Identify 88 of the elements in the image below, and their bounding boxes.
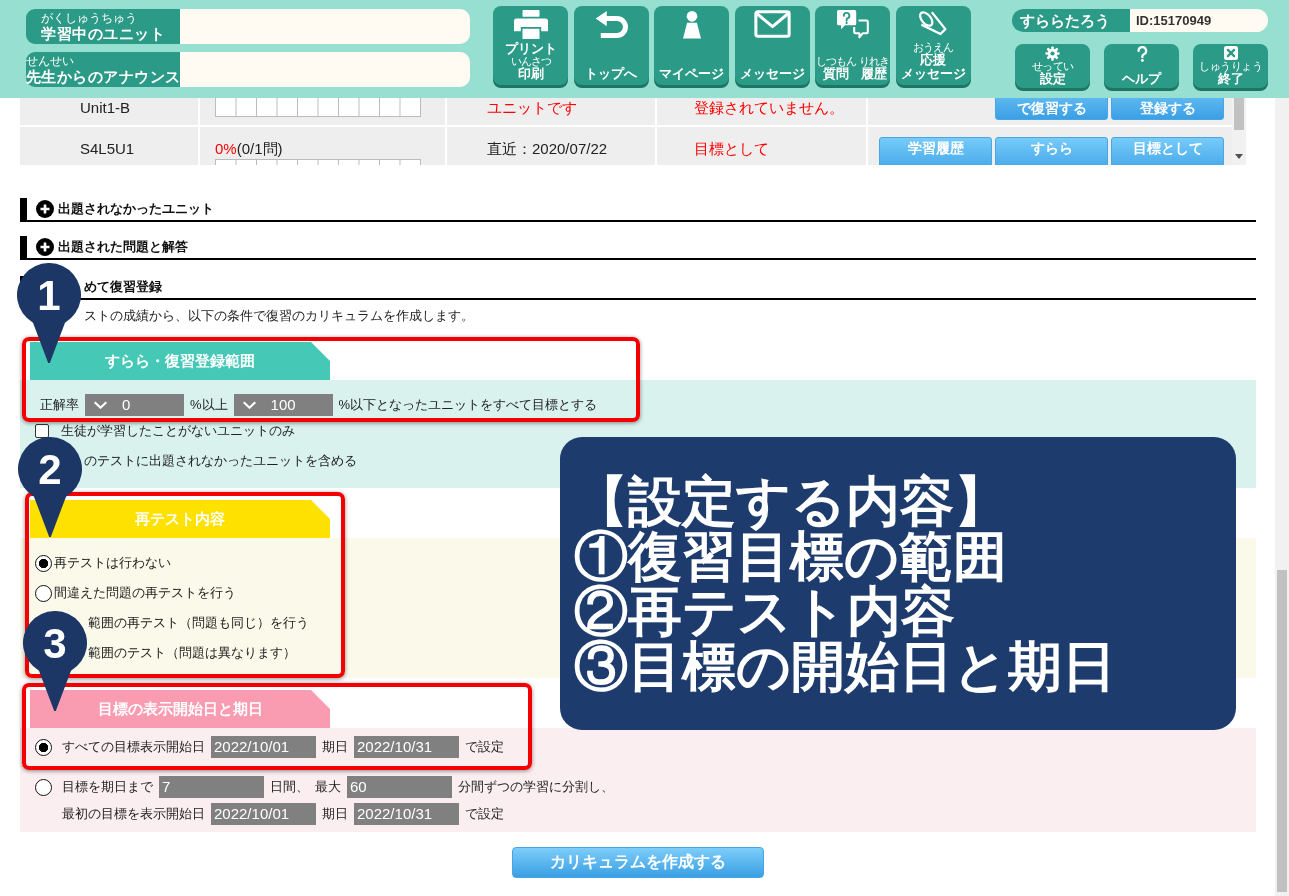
field-label: 期日 (322, 738, 348, 756)
pin-number: 1 (37, 275, 61, 317)
radio-button[interactable] (35, 778, 52, 796)
chevron-down-icon (93, 401, 108, 409)
intro-text: ストの成績から、以下の条件で復習のカリキュラムを作成します。 (84, 307, 474, 325)
field-label: 正解率 (40, 396, 79, 414)
user-id: ID:15170949 (1130, 9, 1268, 32)
chevron-down-icon (241, 401, 257, 409)
scroll-down-icon[interactable] (1235, 154, 1243, 159)
field-label: 先生からのアナウンス (25, 67, 181, 85)
field-label: すべての目標表示開始日 (62, 738, 205, 756)
unit-name: S4L5U1 (80, 139, 135, 158)
field-label: で設定 (465, 738, 504, 756)
nav-button[interactable]: メッセージ (734, 6, 810, 85)
field-label: 期日 (322, 805, 348, 823)
input-field[interactable]: 2022/10/01 (211, 736, 316, 758)
option-label: 生徒が学習したことがないユニットのみ (61, 422, 295, 440)
option-label: 再テストは行わない (54, 554, 171, 572)
field-label: 目標を期日まで (62, 778, 153, 796)
help-icon (1135, 46, 1148, 62)
header-button[interactable]: せってい 設定 (1015, 44, 1090, 88)
radio-button[interactable] (35, 554, 52, 572)
field-label: 最大 (315, 778, 341, 796)
option-label: のテストに出題されなかったユニットを含める (84, 452, 357, 470)
input-field[interactable]: 2022/10/31 (354, 736, 459, 758)
field-label: 学習中のユニット (41, 24, 165, 42)
return-arrow-icon (594, 10, 629, 39)
create-curriculum-button[interactable]: カリキュラムを作成する (512, 847, 764, 878)
table-action-button[interactable]: 目標として (1111, 137, 1224, 165)
nav-button[interactable]: トップへ (573, 6, 649, 85)
nav-button[interactable]: しつもん 質問 りれき 履歴 (815, 6, 891, 85)
person-icon (682, 10, 701, 39)
score-text: 0%(0/1問) (215, 139, 283, 158)
callout-item: ②再テスト内容 (574, 584, 955, 639)
field-label: %以下となったユニットをすべて目標とする (338, 396, 598, 414)
dropdown[interactable]: 100 (233, 394, 333, 416)
accordion-header[interactable]: 出題された問題と解答 (20, 236, 1256, 260)
input-field[interactable]: 2022/10/31 (354, 803, 459, 825)
option-label: 範囲の再テスト（問題も同じ）を行う (88, 614, 309, 632)
furigana: がくしゅうちゅう (41, 11, 137, 25)
section-title[interactable]: めて復習登録 (84, 278, 162, 296)
nav-button[interactable]: マイページ (654, 6, 730, 85)
table-action-button[interactable]: で復習する (995, 98, 1108, 120)
callout-title: 【設定する内容】 (574, 474, 1008, 529)
section-heading: 再テスト内容 (30, 500, 330, 538)
table-action-button[interactable]: すらら (995, 137, 1108, 165)
section-title: 出題されなかったユニット (58, 200, 214, 218)
pin-number: 3 (43, 623, 67, 665)
gear-icon (1045, 46, 1060, 61)
section-title: 出題された問題と解答 (58, 238, 188, 256)
accordion-header[interactable]: 出題されなかったユニット (20, 198, 1256, 222)
pin-number: 2 (38, 449, 62, 491)
status-text: 目標として (694, 139, 769, 158)
furigana: せんせい (25, 54, 74, 68)
scrollbar-thumb[interactable] (1277, 570, 1287, 892)
input-field[interactable]: 7 (159, 776, 264, 798)
envelope-icon (753, 10, 791, 38)
nav-button[interactable]: プリント いんさつ 印刷 (493, 6, 568, 85)
study-note: ユニットです (487, 98, 577, 117)
input-field[interactable]: 60 (347, 776, 452, 798)
radio-button[interactable] (35, 584, 52, 602)
user-name: すららたろう (1012, 9, 1130, 32)
speech-bubbles-icon (836, 10, 869, 39)
dropdown[interactable]: 0 (85, 394, 184, 416)
option-label: 間違えた問題の再テストを行う (54, 584, 236, 602)
header-button[interactable]: しゅうりょう 終了 (1193, 44, 1268, 88)
field-label: %以上 (190, 396, 228, 414)
unit-name: Unit1-B (80, 98, 131, 117)
field-label: で設定 (465, 805, 504, 823)
field-label: 最初の目標を表示開始日 (62, 805, 205, 823)
field-label: 日間、 (270, 778, 309, 796)
printer-icon (513, 10, 548, 39)
megaphone-icon (918, 10, 949, 37)
option-label: 範囲のテスト（問題は異なります） (88, 644, 296, 662)
header-button[interactable]: ヘルプ (1104, 44, 1179, 88)
callout-item: ③目標の開始日と期日 (574, 639, 1116, 694)
scrollbar-thumb[interactable] (1234, 98, 1244, 130)
radio-button[interactable] (35, 738, 52, 756)
table-action-button[interactable]: 学習履歴 (879, 137, 992, 165)
close-icon (1223, 46, 1238, 60)
study-note: 直近：2020/07/22 (487, 139, 608, 158)
section-heading: すらら・復習登録範囲 (30, 342, 330, 380)
field-label: 分間ずつの学習に分割し、 (458, 778, 614, 796)
status-text: 登録されていません。 (694, 98, 844, 117)
table-action-button[interactable]: 登録する (1111, 98, 1224, 120)
checkbox[interactable] (35, 424, 49, 438)
input-field[interactable]: 2022/10/01 (211, 803, 316, 825)
nav-button[interactable]: おうえん 応援 メッセージ (895, 6, 971, 85)
